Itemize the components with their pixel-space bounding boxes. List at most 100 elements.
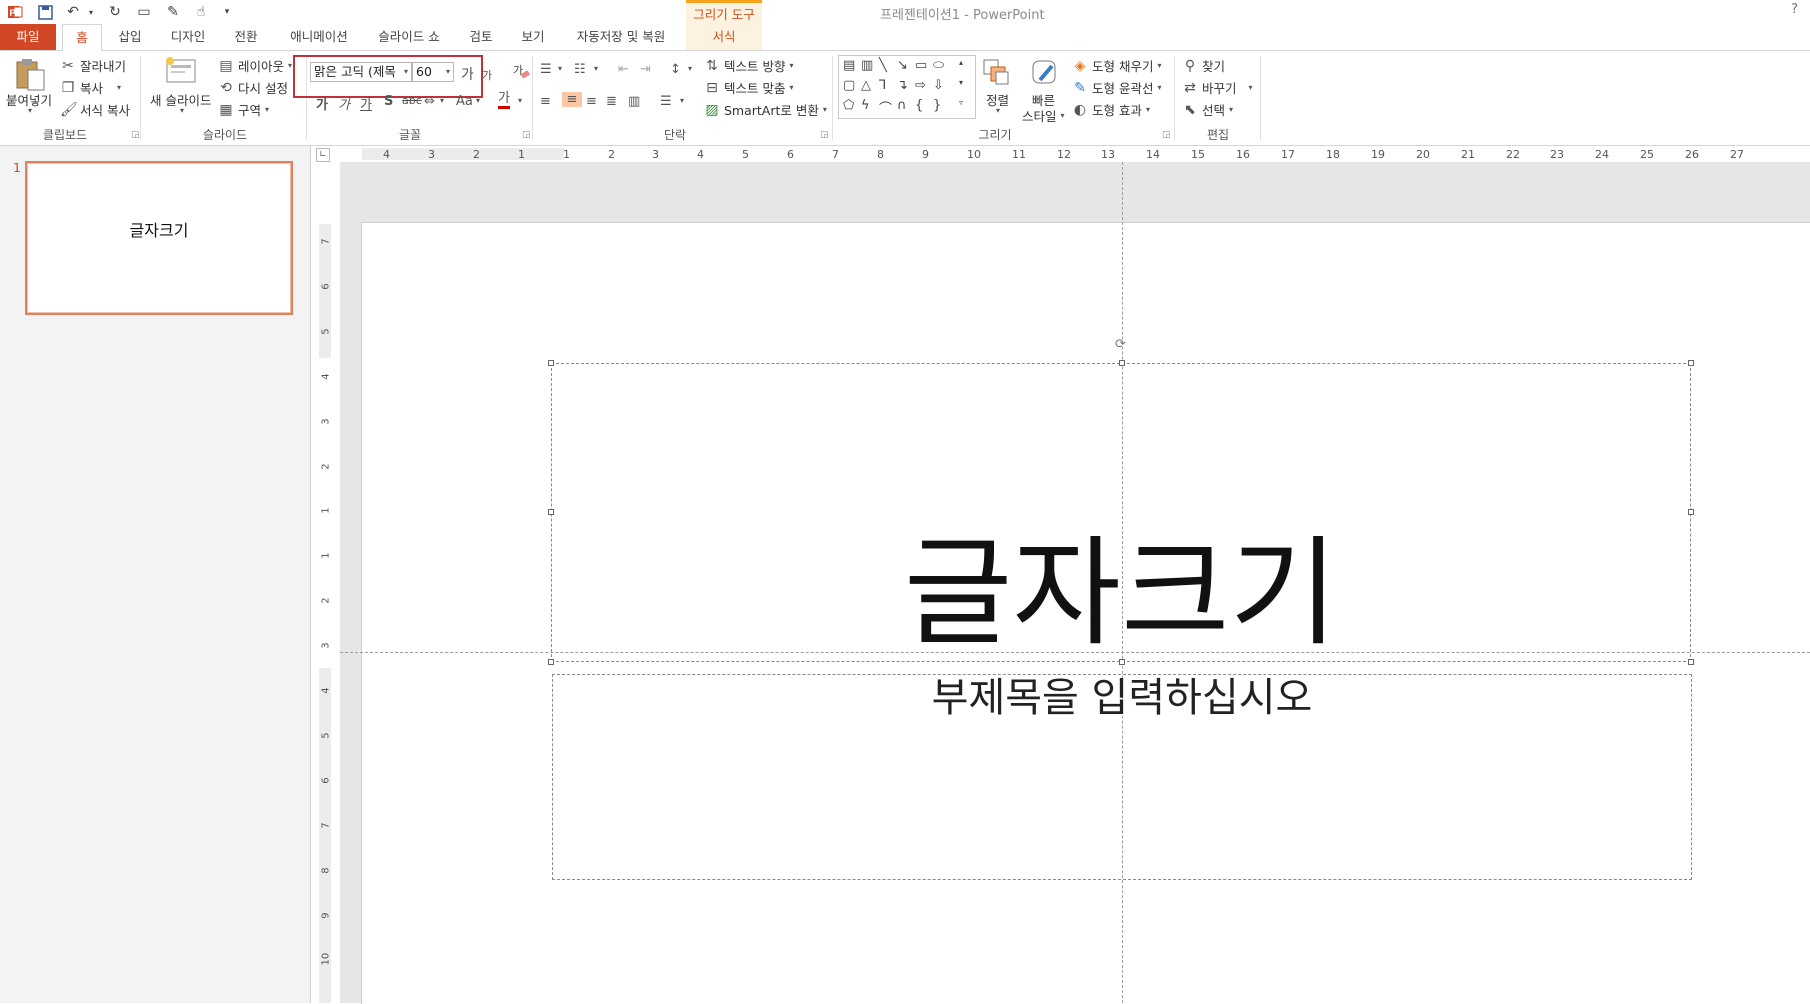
rectangle-icon[interactable]: ▭ [915,58,927,73]
shapes-gallery[interactable]: ▤ ▥ ╲ ↘ ▭ ⬭ ▢ △ ⅂ ↴ ⇨ ⇩ ⬠ ϟ ⌒ ∩ { } ▴ ▾ … [838,55,976,119]
lightning-icon[interactable]: ϟ [861,98,870,113]
arrow-line-icon[interactable]: ↘ [897,58,908,73]
down-arrow-icon[interactable]: ⇩ [933,78,944,93]
character-spacing-icon[interactable]: ⇔ [424,94,435,109]
increase-indent-icon[interactable]: ⇥ [640,62,651,77]
tab-home[interactable]: 홈 [62,24,102,52]
resize-handle[interactable] [1688,509,1694,515]
freeform-icon[interactable]: ⬠ [843,98,854,113]
chevron-down-icon[interactable]: ▾ [558,64,562,73]
tab-view[interactable]: 보기 [514,24,552,50]
tab-format[interactable]: 서식 [686,24,762,50]
format-painter-button[interactable]: 🖌 서식 복사 [60,100,130,119]
paragraph-launcher-icon[interactable]: ◲ [820,130,829,140]
rounded-rectangle-icon[interactable]: ▢ [843,78,855,93]
gallery-more-icon[interactable]: ▿ [959,98,963,107]
paste-dropdown[interactable]: ▾ [28,106,32,115]
gallery-up-icon[interactable]: ▴ [959,58,963,67]
slide-thumbnail[interactable]: 글자크기 [25,161,293,315]
text-direction-button[interactable]: ⇅ 텍스트 방향 ▾ [704,56,793,75]
presentation-icon[interactable]: ▭ [135,3,153,21]
elbow-connector-icon[interactable]: ⅂ [879,78,886,93]
shrink-font-button[interactable]: 가 [482,67,492,83]
resize-handle[interactable] [548,360,554,366]
underline-icon[interactable]: 가 [360,94,372,113]
bullets-icon[interactable]: ☰ [540,62,552,77]
tab-insert[interactable]: 삽입 [110,24,150,50]
resize-handle[interactable] [1688,659,1694,665]
section-button[interactable]: ▦ 구역 ▾ [218,100,269,119]
chevron-down-icon[interactable]: ▾ [688,64,692,73]
vertical-text-box-icon[interactable]: ▥ [861,58,873,73]
resize-handle[interactable] [1688,360,1694,366]
text-shadow-icon[interactable]: S [384,94,393,109]
align-center-icon[interactable]: ≡ [562,92,582,107]
elbow-arrow-icon[interactable]: ↴ [897,78,908,93]
arrange-dropdown[interactable]: ▾ [996,106,1000,115]
curve-icon[interactable]: ∩ [897,98,907,113]
shape-effects-button[interactable]: ◐ 도형 효과 ▾ [1072,100,1150,119]
copy-button[interactable]: ❐ 복사 ▾ [60,78,121,97]
tab-transitions[interactable]: 전환 [226,24,266,50]
smartart-button[interactable]: ▨ SmartArt로 변환 ▾ [704,100,827,119]
change-case-button[interactable]: Aa [456,94,473,109]
decrease-indent-icon[interactable]: ⇤ [618,62,629,77]
align-left-icon[interactable]: ≡ [540,94,551,109]
resize-handle[interactable] [1119,360,1125,366]
new-slide-icon[interactable] [164,56,198,89]
shape-outline-button[interactable]: ✎ 도형 윤곽선 ▾ [1072,78,1161,97]
resize-handle[interactable] [548,509,554,515]
line-icon[interactable]: ╲ [879,58,887,73]
right-arrow-icon[interactable]: ⇨ [915,78,926,93]
redo-icon[interactable]: ↻ [106,3,124,21]
drawing-launcher-icon[interactable]: ◲ [1162,130,1171,140]
draw-icon[interactable]: ✎ [164,3,182,21]
arrange-icon[interactable] [982,58,1012,91]
save-icon[interactable] [36,3,54,21]
find-button[interactable]: ⚲ 찾기 [1182,56,1225,75]
resize-handle[interactable] [548,659,554,665]
undo-dropdown-icon[interactable]: ▾ [82,3,100,21]
font-color-button[interactable]: 가 [498,92,510,109]
italic-icon[interactable]: 가 [338,94,350,113]
line-spacing-icon[interactable]: ↕ [670,62,681,77]
replace-button[interactable]: ⇄ 바꾸기 ▾ [1182,78,1252,97]
align-text-button[interactable]: ⊟ 텍스트 맞춤 ▾ [704,78,793,97]
justify-icon[interactable]: ≣ [606,94,617,109]
new-slide-dropdown[interactable]: ▾ [180,106,184,115]
select-button[interactable]: ⬉ 선택 ▾ [1182,100,1233,119]
customize-qat-icon[interactable]: ▾ [218,3,236,21]
left-brace-icon[interactable]: { [915,98,923,113]
tab-slideshow[interactable]: 슬라이드 쇼 [370,24,448,50]
chevron-down-icon[interactable]: ▾ [440,96,444,105]
help-button[interactable]: ? [1791,2,1798,17]
reset-button[interactable]: ⟲ 다시 설정 [218,78,288,97]
tab-animations[interactable]: 애니메이션 [282,24,356,50]
slide-subtitle-text[interactable]: 부제목을 입력하십시오 [552,672,1692,724]
quick-styles-icon[interactable] [1030,58,1060,91]
tab-review[interactable]: 검토 [462,24,500,50]
triangle-icon[interactable]: △ [861,78,871,93]
numbering-icon[interactable]: ☷ [574,62,586,77]
quick-styles-button-line2[interactable]: 스타일 ▾ [1022,106,1065,125]
clear-formatting-icon[interactable]: 가 [512,62,530,84]
chevron-down-icon[interactable]: ▾ [476,96,480,105]
slide-title-text[interactable]: 글자크기 [551,528,1691,658]
cut-button[interactable]: ✂ 잘라내기 [60,56,126,75]
bold-icon[interactable]: 가 [316,94,328,113]
font-launcher-icon[interactable]: ◲ [522,130,531,140]
layout-button[interactable]: ▤ 레이아웃 ▾ [218,56,292,75]
grow-font-button[interactable]: 가 [461,64,474,84]
strikethrough-icon[interactable]: abc [402,94,422,107]
chevron-down-icon[interactable]: ▾ [594,64,598,73]
distributed-icon[interactable]: ▥ [628,94,640,109]
touch-mode-icon[interactable]: ☝ [192,3,210,21]
chevron-down-icon[interactable]: ▾ [680,96,684,105]
text-box-icon[interactable]: ▤ [843,58,855,73]
oval-icon[interactable]: ⬭ [933,58,944,73]
tab-selector-icon[interactable]: ∟ [316,148,330,162]
tab-design[interactable]: 디자인 [164,24,212,50]
arc-icon[interactable]: ⌒ [879,98,892,117]
clipboard-launcher-icon[interactable]: ◲ [131,130,140,140]
rotate-handle-icon[interactable]: ⟳ [1115,337,1126,352]
